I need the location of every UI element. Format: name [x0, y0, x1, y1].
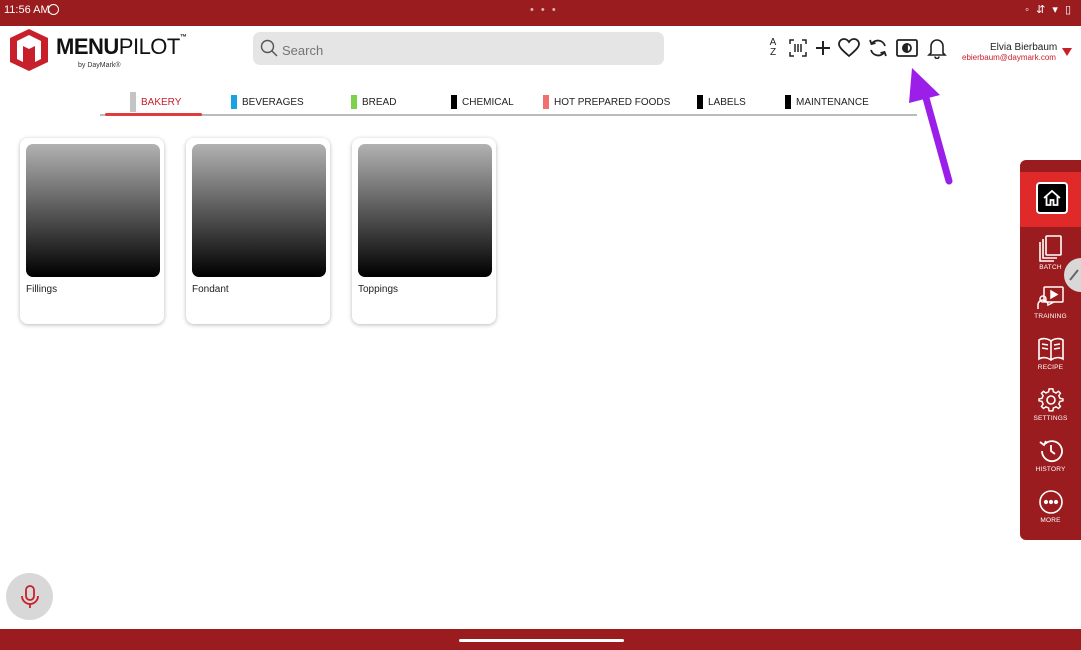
tab-label: MAINTENANCE: [796, 96, 869, 108]
side-item-recipe[interactable]: RECIPE: [1020, 336, 1081, 382]
history-icon: [1038, 440, 1063, 463]
side-item-more[interactable]: MORE: [1020, 489, 1081, 535]
side-item-settings[interactable]: SETTINGS: [1020, 387, 1081, 433]
scan-icon[interactable]: [786, 36, 810, 60]
tab-label: HOT PREPARED FOODS: [554, 96, 671, 108]
tab-active-indicator: [105, 113, 202, 116]
microphone-icon: [20, 584, 39, 608]
tab-bread[interactable]: BREAD: [351, 91, 396, 113]
display-mode-icon[interactable]: [895, 36, 919, 60]
logo-byline: by DayMark®: [78, 62, 121, 69]
side-navigation: BATCH TRAINING RECIPE SETTINGS HISTORY M…: [1020, 160, 1081, 540]
logo-text: MENUPILOT™: [56, 34, 187, 59]
voice-input-button[interactable]: [6, 573, 53, 620]
user-name[interactable]: Elvia Bierbaum: [990, 42, 1057, 53]
settings-icon: [1037, 388, 1064, 412]
tab-label: BEVERAGES: [242, 96, 304, 108]
sort-az-icon[interactable]: AZ: [761, 36, 785, 60]
tab-color-swatch: [231, 95, 237, 109]
training-icon: [1036, 286, 1064, 309]
status-indicator-icon: [48, 4, 59, 15]
card-image: [26, 144, 160, 277]
user-menu-caret-icon[interactable]: [1062, 48, 1072, 56]
notification-icon[interactable]: [925, 36, 949, 60]
tab-color-swatch: [543, 95, 549, 109]
menupilot-logo: MENUPILOT™ by DayMark®: [10, 29, 187, 73]
side-item-label: RECIPE: [1037, 364, 1064, 371]
tab-label: CHEMICAL: [462, 96, 514, 108]
tab-maintenance[interactable]: MAINTENANCE: [785, 91, 869, 113]
tab-color-swatch: [785, 95, 791, 109]
card-image: [192, 144, 326, 277]
tab-beverages[interactable]: BEVERAGES: [231, 91, 304, 113]
home-indicator[interactable]: [459, 639, 624, 642]
more-icon: [1038, 490, 1063, 514]
recipe-icon: [1037, 337, 1064, 361]
tab-label: LABELS: [708, 96, 746, 108]
search-icon: [260, 39, 278, 57]
navigation-bar: [0, 629, 1081, 650]
status-time: 11:56 AM: [4, 4, 50, 16]
category-tabs: BAKERY BEVERAGES BREAD CHEMICAL HOT PREP…: [100, 88, 917, 118]
tab-color-swatch: [130, 92, 136, 112]
logo-mark-icon: [10, 29, 48, 71]
tab-chemical[interactable]: CHEMICAL: [451, 91, 514, 113]
card-label: Fondant: [192, 284, 229, 295]
sync-icon[interactable]: [866, 36, 890, 60]
tab-label: BREAD: [362, 96, 397, 108]
side-item-history[interactable]: HISTORY: [1020, 438, 1081, 484]
add-icon[interactable]: [811, 36, 835, 60]
user-email[interactable]: ebierbaum@daymark.com: [962, 53, 1056, 62]
tab-color-swatch: [697, 95, 703, 109]
status-bar: 11:56 AM • • • ◦ ⇵ ▾ ▯: [0, 0, 1081, 26]
card-label: Toppings: [358, 284, 399, 295]
favorite-icon[interactable]: [837, 36, 861, 60]
tab-color-swatch: [451, 95, 457, 109]
card-label: Fillings: [26, 284, 58, 295]
side-item-label: TRAINING: [1034, 313, 1067, 320]
system-status-icons: ◦ ⇵ ▾ ▯: [1025, 4, 1073, 16]
tabs-divider: [100, 114, 917, 116]
side-home-button[interactable]: [1020, 172, 1081, 227]
tab-label: BAKERY: [141, 96, 182, 108]
side-item-label: SETTINGS: [1033, 415, 1068, 422]
tab-labels[interactable]: LABELS: [697, 91, 746, 113]
card-image: [358, 144, 492, 277]
overflow-dots: • • •: [530, 4, 558, 16]
category-card-toppings[interactable]: Toppings: [352, 138, 496, 324]
side-item-label: HISTORY: [1035, 466, 1066, 473]
side-item-label: MORE: [1040, 517, 1061, 524]
search-input[interactable]: [280, 39, 654, 61]
tab-hot-prepared-foods[interactable]: HOT PREPARED FOODS: [543, 91, 670, 113]
side-panel-handle[interactable]: [1064, 258, 1081, 292]
category-card-fondant[interactable]: Fondant: [186, 138, 330, 324]
search-bar[interactable]: [253, 32, 664, 65]
home-icon: [1036, 182, 1068, 214]
tab-bakery[interactable]: BAKERY: [130, 91, 181, 113]
category-card-fillings[interactable]: Fillings: [20, 138, 164, 324]
batch-icon: [1038, 235, 1062, 262]
tab-color-swatch: [351, 95, 357, 109]
